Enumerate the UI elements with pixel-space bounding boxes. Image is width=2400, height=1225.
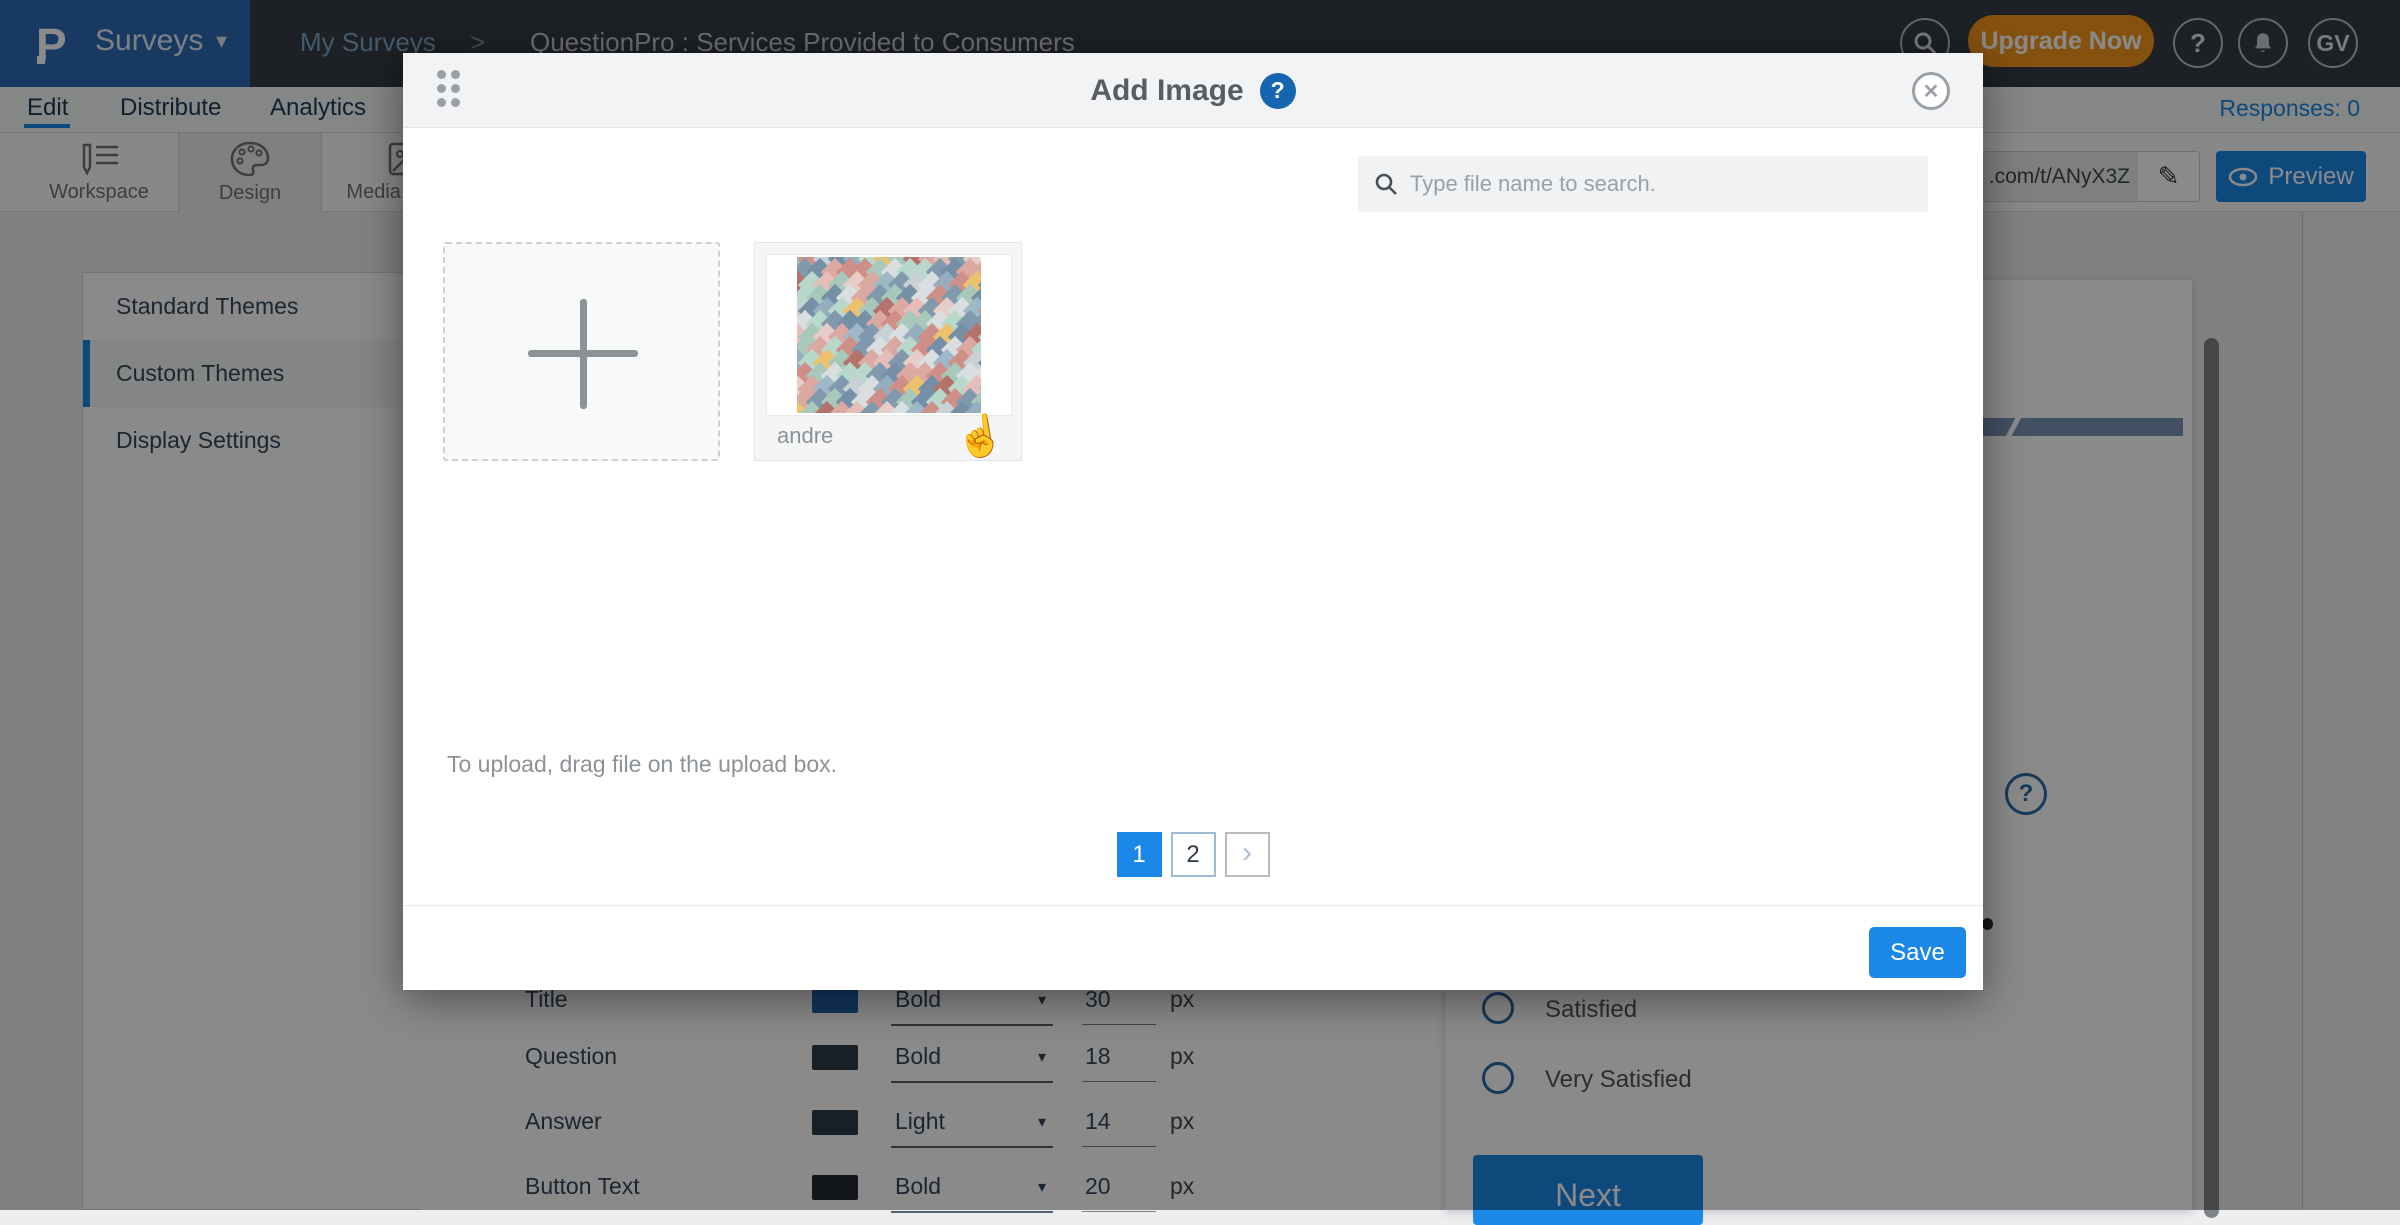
modal-footer: Save — [403, 905, 1983, 990]
page-1-button[interactable]: 1 — [1117, 832, 1162, 877]
modal-help-icon[interactable]: ? — [1260, 73, 1296, 109]
modal-title: Add Image — [1090, 74, 1243, 108]
image-name-label: andre — [777, 423, 833, 449]
pagination: 1 2 › — [403, 832, 1983, 877]
mosaic-thumbnail-image — [797, 257, 981, 413]
input-underline — [1082, 1211, 1156, 1212]
modal-header: Add Image ? ✕ — [403, 53, 1983, 128]
search-icon — [1374, 172, 1398, 196]
select-underline — [891, 1211, 1053, 1213]
page-2-button[interactable]: 2 — [1171, 832, 1216, 877]
file-search-box[interactable] — [1358, 156, 1928, 212]
upload-hint-text: To upload, drag file on the upload box. — [447, 751, 837, 778]
save-button[interactable]: Save — [1869, 927, 1966, 978]
add-image-modal: Add Image ? ✕ andre ☝ To upload, drag fi… — [403, 53, 1983, 990]
search-input[interactable] — [1410, 171, 1928, 197]
upload-dropzone[interactable] — [443, 242, 720, 461]
image-frame — [766, 254, 1012, 416]
plus-icon — [580, 299, 587, 409]
cursor-pointer-icon: ☝ — [952, 410, 1008, 463]
close-icon[interactable]: ✕ — [1912, 72, 1950, 110]
next-page-button[interactable]: › — [1225, 832, 1270, 877]
